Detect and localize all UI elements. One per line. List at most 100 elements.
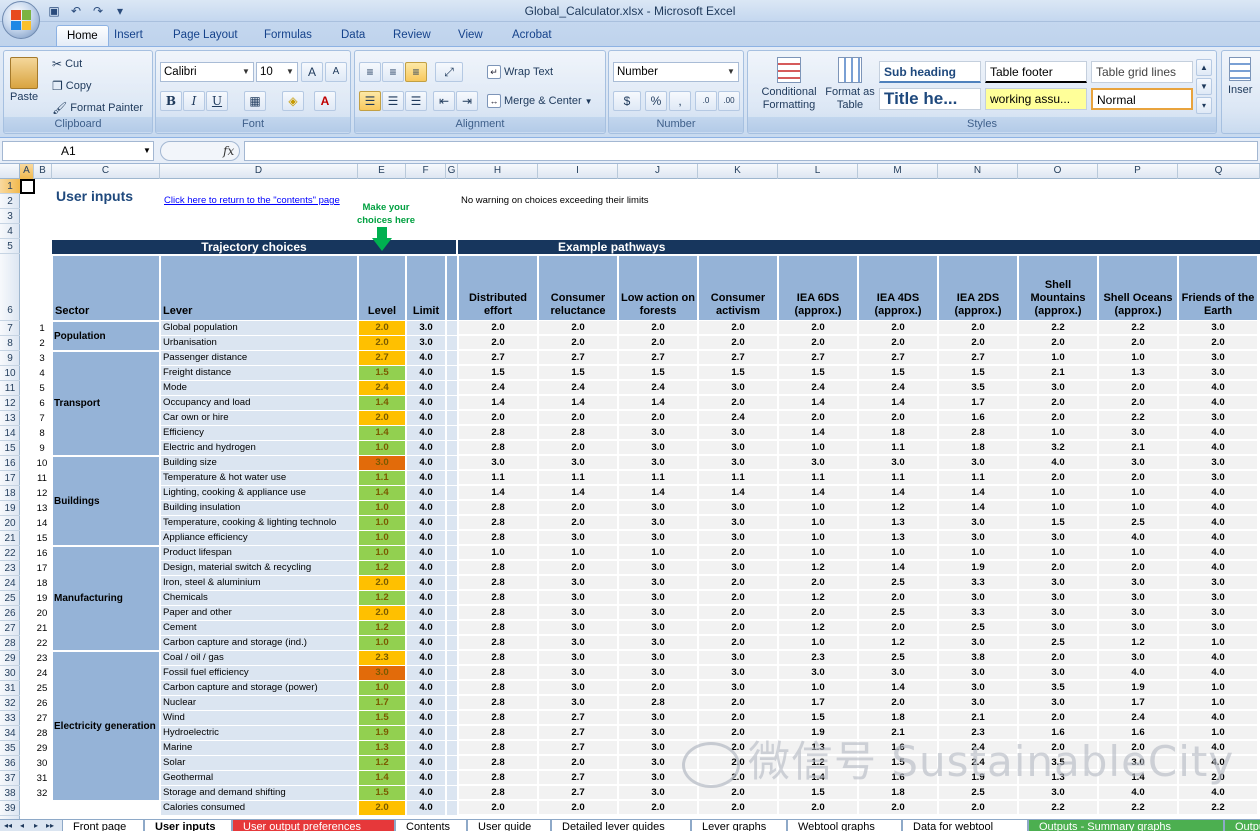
row-header[interactable]: 20: [0, 516, 20, 531]
sheet-tab[interactable]: Outputs - Summary graphs: [1028, 820, 1224, 831]
level-cell[interactable]: 1.2: [359, 756, 405, 770]
column-header[interactable]: I: [538, 164, 618, 179]
level-cell[interactable]: 1.1: [359, 471, 405, 485]
level-cell[interactable]: 1.4: [359, 771, 405, 785]
align-middle-button[interactable]: ≡: [382, 62, 404, 82]
row-header[interactable]: 24: [0, 576, 20, 591]
comma-button[interactable]: ,: [669, 91, 691, 111]
level-cell[interactable]: 1.4: [359, 486, 405, 500]
row-header[interactable]: 6: [0, 254, 20, 321]
sheet-tab[interactable]: Lever graphs: [691, 820, 787, 831]
styles-scroll-up-button[interactable]: ▲: [1196, 59, 1212, 76]
worksheet-grid[interactable]: ABCDEFGHIJKLMNOPQ 1 2 3 4 5 6 7 8 9 10 11 12 13 14 15 1…: [0, 164, 1260, 819]
percent-button[interactable]: %: [645, 91, 667, 111]
tab-acrobat[interactable]: Acrobat: [502, 25, 562, 46]
column-header[interactable]: O: [1018, 164, 1098, 179]
level-cell[interactable]: 3.0: [359, 666, 405, 680]
level-cell[interactable]: 1.9: [359, 726, 405, 740]
row-header[interactable]: 16: [0, 456, 20, 471]
row-header[interactable]: 37: [0, 771, 20, 786]
row-header[interactable]: 30: [0, 666, 20, 681]
row-header[interactable]: 9: [0, 351, 20, 366]
column-header[interactable]: A: [20, 164, 34, 179]
insert-cells-button[interactable]: Inser: [1228, 57, 1252, 96]
level-cell[interactable]: 1.7: [359, 696, 405, 710]
level-cell[interactable]: 1.4: [359, 396, 405, 410]
align-left-button[interactable]: ☰: [359, 91, 381, 111]
row-header[interactable]: 19: [0, 501, 20, 516]
level-cell[interactable]: 1.5: [359, 786, 405, 800]
row-header[interactable]: 32: [0, 696, 20, 711]
underline-button[interactable]: U: [206, 91, 228, 111]
level-cell[interactable]: 1.0: [359, 636, 405, 650]
level-cell[interactable]: 3.0: [359, 456, 405, 470]
format-painter-button[interactable]: 🖌 Format Painter: [52, 101, 143, 115]
decrease-decimal-button[interactable]: .00: [718, 91, 740, 111]
paste-button[interactable]: Paste: [10, 57, 38, 103]
column-header[interactable]: N: [938, 164, 1018, 179]
sheet-nav-icon[interactable]: ◂: [16, 820, 28, 831]
level-cell[interactable]: 2.0: [359, 801, 405, 815]
style-working-assumption[interactable]: working assu...: [985, 88, 1087, 110]
column-header[interactable]: K: [698, 164, 778, 179]
row-header[interactable]: 21: [0, 531, 20, 546]
font-size-combo[interactable]: 10 ▼: [256, 62, 298, 82]
sheet-tab[interactable]: Detailed lever guides: [551, 820, 691, 831]
row-header[interactable]: 39: [0, 801, 20, 816]
row-header[interactable]: 35: [0, 741, 20, 756]
level-cell[interactable]: 2.0: [359, 336, 405, 350]
sheet-tab[interactable]: Front page: [62, 820, 144, 831]
tab-data[interactable]: Data: [331, 25, 375, 46]
row-header[interactable]: 8: [0, 336, 20, 351]
level-cell[interactable]: 1.5: [359, 711, 405, 725]
tab-review[interactable]: Review: [383, 25, 441, 46]
increase-indent-button[interactable]: ⇥: [456, 91, 478, 111]
level-cell[interactable]: 1.2: [359, 621, 405, 635]
merge-center-button[interactable]: ↔ Merge & Center ▼: [487, 94, 593, 108]
row-header[interactable]: 14: [0, 426, 20, 441]
row-header[interactable]: 36: [0, 756, 20, 771]
level-cell[interactable]: 2.0: [359, 411, 405, 425]
row-header[interactable]: 10: [0, 366, 20, 381]
align-bottom-button[interactable]: ≡: [405, 62, 427, 82]
tab-view[interactable]: View: [448, 25, 493, 46]
row-header[interactable]: 12: [0, 396, 20, 411]
contents-link[interactable]: Click here to return to the "contents" p…: [164, 195, 340, 206]
wrap-text-button[interactable]: ↵ Wrap Text: [487, 65, 553, 79]
row-header[interactable]: 15: [0, 441, 20, 456]
style-title-heading[interactable]: Title he...: [879, 88, 981, 110]
office-button[interactable]: [2, 1, 40, 39]
sheet-nav-icon[interactable]: ▸: [30, 820, 42, 831]
level-cell[interactable]: 1.5: [359, 366, 405, 380]
level-cell[interactable]: 1.0: [359, 441, 405, 455]
conditional-formatting-button[interactable]: Conditional Formatting: [754, 57, 824, 112]
number-format-combo[interactable]: Number ▼: [613, 62, 739, 82]
level-cell[interactable]: 1.0: [359, 501, 405, 515]
chevron-down-icon[interactable]: ▼: [143, 146, 151, 155]
level-cell[interactable]: 2.7: [359, 351, 405, 365]
orientation-button[interactable]: ⤢: [435, 62, 463, 82]
row-header[interactable]: 17: [0, 471, 20, 486]
row-header[interactable]: 26: [0, 606, 20, 621]
align-top-button[interactable]: ≡: [359, 62, 381, 82]
name-box[interactable]: A1: [2, 141, 154, 161]
insert-function-button[interactable]: fx: [160, 141, 240, 161]
font-color-button[interactable]: A: [314, 91, 336, 111]
row-header[interactable]: 38: [0, 786, 20, 801]
level-cell[interactable]: 2.4: [359, 381, 405, 395]
style-sub-heading[interactable]: Sub heading: [879, 61, 981, 83]
style-normal[interactable]: Normal: [1091, 88, 1193, 110]
sheet-tab[interactable]: Outpu: [1224, 820, 1260, 831]
shrink-font-button[interactable]: A: [325, 62, 347, 82]
level-cell[interactable]: 1.2: [359, 591, 405, 605]
style-table-footer[interactable]: Table footer: [985, 61, 1087, 83]
level-cell[interactable]: 1.3: [359, 741, 405, 755]
row-header[interactable]: 2: [0, 194, 20, 209]
level-cell[interactable]: 2.3: [359, 651, 405, 665]
level-cell[interactable]: 1.0: [359, 531, 405, 545]
active-cell-a1[interactable]: [20, 179, 35, 194]
align-right-button[interactable]: ☰: [405, 91, 427, 111]
level-cell[interactable]: 1.4: [359, 426, 405, 440]
cut-button[interactable]: ✂ Cut: [52, 57, 82, 71]
column-header[interactable]: M: [858, 164, 938, 179]
